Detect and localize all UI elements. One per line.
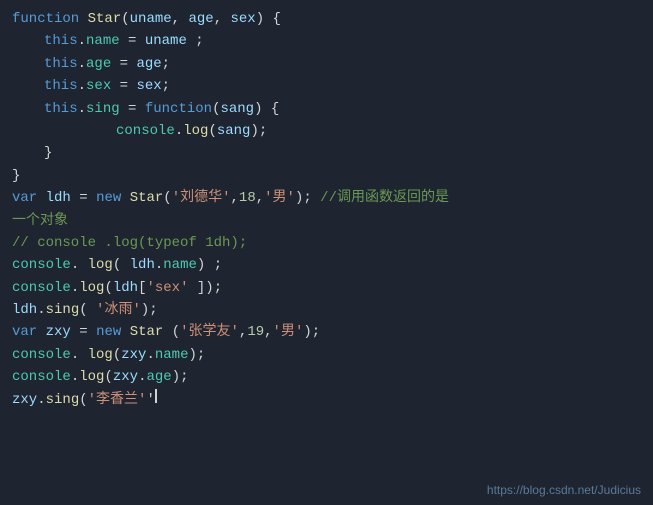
code-line-6: console . log ( sang ); bbox=[0, 120, 653, 142]
code-line-4: this . sex = sex ; bbox=[0, 75, 653, 97]
code-line-9: var ldh = new Star ( '刘德华' , 18 , '男' );… bbox=[0, 187, 653, 209]
function-name: Star bbox=[88, 8, 122, 30]
code-line-1: function Star ( uname , age , sex ) { bbox=[0, 8, 653, 30]
code-line-3: this . age = age ; bbox=[0, 53, 653, 75]
code-line-7: } bbox=[0, 142, 653, 164]
watermark: https://blog.csdn.net/Judicius bbox=[487, 483, 641, 497]
code-line-5: this . sing = function ( sang ) { bbox=[0, 98, 653, 120]
code-line-12: console . log ( ldh [ 'sex' ]); bbox=[0, 277, 653, 299]
code-line-17: zxy . sing ( '李香兰' ' bbox=[0, 389, 653, 411]
keyword-function: function bbox=[12, 8, 79, 30]
code-line-9b: 一个对象 bbox=[0, 210, 653, 232]
code-line-10: // console .log(typeof 1dh); bbox=[0, 232, 653, 254]
code-line-13: ldh . sing ( '冰雨' ); bbox=[0, 299, 653, 321]
cursor bbox=[155, 389, 157, 403]
code-line-15: console . log ( zxy . name ); bbox=[0, 344, 653, 366]
code-line-11: console . log ( ldh . name ) ; bbox=[0, 254, 653, 276]
code-line-2: this . name = uname ; bbox=[0, 30, 653, 52]
code-line-16: console . log ( zxy . age ); bbox=[0, 366, 653, 388]
code-line-14: var zxy = new Star ( '张学友' , 19 , '男' ); bbox=[0, 321, 653, 343]
code-line-8: } bbox=[0, 165, 653, 187]
code-editor: function Star ( uname , age , sex ) { th… bbox=[0, 0, 653, 505]
